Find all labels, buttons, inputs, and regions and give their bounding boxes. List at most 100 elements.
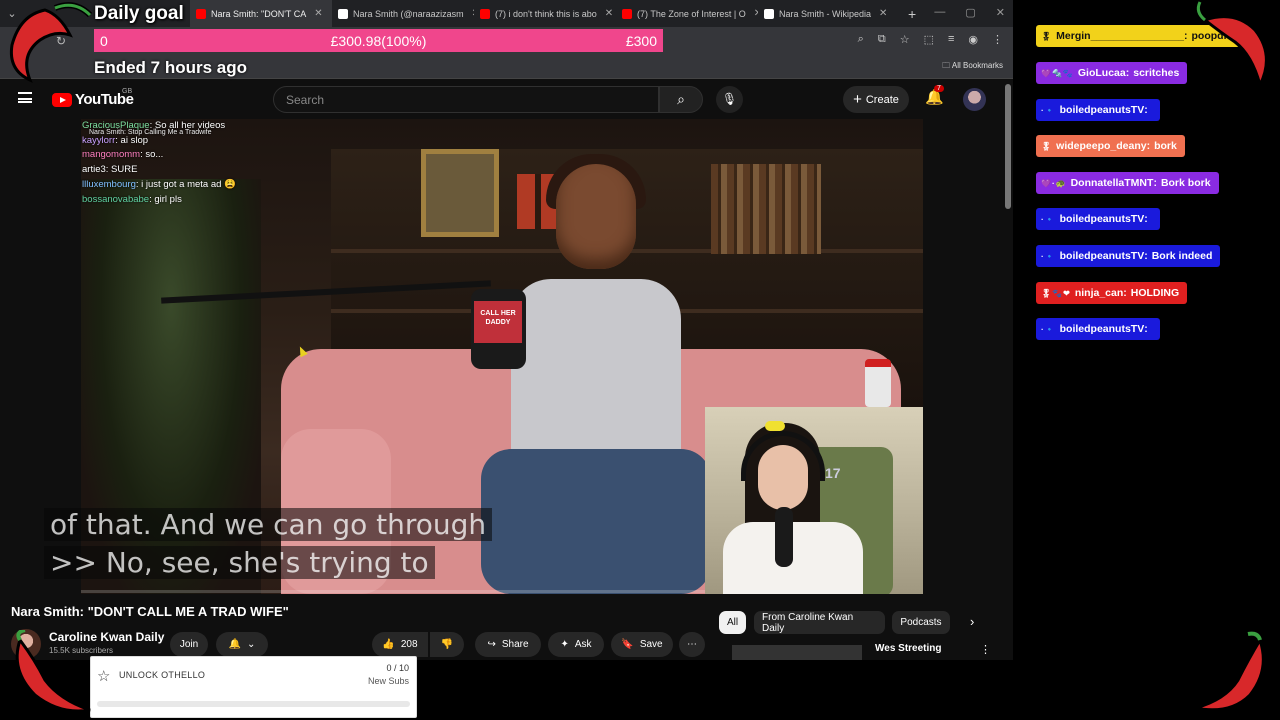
chat-text: girl pls bbox=[154, 193, 182, 205]
water-bottle bbox=[865, 359, 891, 407]
chat-message: 💜🔩🐾 GioLucaa: scritches bbox=[1036, 62, 1188, 84]
guest-figure bbox=[481, 149, 711, 594]
youtube-play-icon bbox=[52, 92, 72, 107]
chat-text: HOLDING bbox=[1130, 287, 1180, 299]
recommendation-thumbnail[interactable] bbox=[732, 645, 862, 660]
create-button[interactable]: + Create bbox=[843, 86, 909, 113]
tab-nara-smith-video[interactable]: Nara Smith: "DON'T CA ✕ bbox=[190, 0, 332, 27]
streamer-mic bbox=[775, 507, 793, 567]
chat-username: GioLucaa bbox=[1077, 67, 1126, 79]
recommendation-title[interactable]: Wes Streeting bbox=[875, 643, 942, 654]
chili-pepper-icon bbox=[15, 630, 91, 713]
ask-button[interactable]: ✦ Ask bbox=[548, 632, 604, 657]
chip-from-channel[interactable]: From Caroline Kwan Daily bbox=[754, 611, 885, 634]
chat-username: boiledpeanutsTV bbox=[1059, 213, 1145, 225]
chat-username: boiledpeanutsTV bbox=[1059, 104, 1145, 116]
chair-number: 17 bbox=[825, 465, 841, 481]
chevron-right-icon[interactable]: › bbox=[970, 614, 974, 629]
chat-separator: : bbox=[1146, 140, 1151, 152]
save-button[interactable]: 🔖 Save bbox=[611, 632, 673, 657]
more-actions-button[interactable]: ⋯ bbox=[679, 632, 705, 657]
unlock-unit: New Subs bbox=[367, 676, 409, 686]
overlay-chat-line: artie3: SURE bbox=[82, 164, 138, 176]
stream-layout: ⌄ Nara Smith: "DON'T CA ✕ Nara Smith (@n… bbox=[0, 0, 1280, 720]
chat-badges-icon: 💜·🐢 bbox=[1041, 178, 1067, 188]
dislike-button[interactable]: 👎 bbox=[430, 632, 464, 657]
minimize-icon[interactable]: — bbox=[934, 6, 945, 19]
chat-username: mangomomm bbox=[82, 149, 141, 161]
unlock-goal-widget: ☆ UNLOCK OTHELLO 0 / 10 New Subs bbox=[90, 656, 417, 718]
chat-username: boiledpeanutsTV bbox=[1059, 323, 1145, 335]
chat-text: SURE bbox=[111, 164, 138, 176]
tab-label: Nara Smith: "DON'T CA bbox=[211, 8, 307, 19]
browser-window: ⌄ Nara Smith: "DON'T CA ✕ Nara Smith (@n… bbox=[0, 0, 1013, 660]
chat-badges-icon: ·🔹 bbox=[1041, 105, 1056, 115]
ask-label: Ask bbox=[574, 639, 592, 650]
save-label: Save bbox=[639, 639, 663, 650]
wikipedia-favicon-icon bbox=[764, 8, 774, 19]
chat-username: llluxembourg bbox=[82, 178, 136, 190]
profile-icon[interactable]: ◉ bbox=[968, 33, 978, 46]
chat-separator: : bbox=[1144, 250, 1148, 262]
unlock-label: UNLOCK OTHELLO bbox=[119, 670, 206, 680]
close-tab-icon[interactable]: ✕ bbox=[879, 8, 887, 19]
join-label: Join bbox=[179, 639, 199, 650]
like-button[interactable]: 👍 208 bbox=[372, 632, 428, 657]
extensions-icon[interactable]: ⬚ bbox=[924, 33, 934, 46]
chat-username: widepeepo_deany bbox=[1056, 140, 1147, 152]
guest-head bbox=[556, 164, 636, 269]
overlay-chat-line: bossanovababe: girl pls bbox=[82, 193, 182, 205]
sparkle-icon: ✦ bbox=[560, 639, 569, 650]
account-avatar[interactable] bbox=[963, 88, 986, 111]
chip-podcasts[interactable]: Podcasts bbox=[892, 611, 950, 634]
chat-badges-icon: ·🔹 bbox=[1041, 214, 1056, 224]
all-bookmarks-button[interactable]: 🗀 All Bookmarks bbox=[942, 60, 1003, 74]
chat-text: Bork indeed bbox=[1151, 250, 1213, 262]
new-tab-button[interactable]: + bbox=[908, 6, 916, 22]
youtube-logo[interactable]: YouTube GB bbox=[52, 88, 134, 108]
chat-separator: : bbox=[1125, 67, 1130, 79]
chat-badges-icon: 🎖 bbox=[1041, 31, 1053, 41]
search-button[interactable]: ⌕ bbox=[659, 86, 703, 113]
chat-badges-icon: 🎖🐾❤ bbox=[1041, 288, 1071, 298]
hamburger-menu-icon[interactable] bbox=[18, 92, 32, 103]
menu-icon[interactable]: ⋮ bbox=[992, 33, 1003, 46]
chat-message: ·🔹 boiledpeanutsTV: bbox=[1036, 208, 1160, 230]
chat-username: DonnatellaTMNT bbox=[1070, 177, 1154, 189]
zoom-icon[interactable]: ⌕ bbox=[858, 33, 864, 46]
tab-wikipedia[interactable]: Nara Smith - Wikipedia ✕ bbox=[758, 0, 900, 27]
cast-icon[interactable]: ⧉ bbox=[878, 33, 886, 46]
youtube-favicon-icon bbox=[622, 8, 632, 19]
chip-all[interactable]: All bbox=[719, 611, 746, 634]
tab-reddit-video[interactable]: (7) i don't think this is abo ✕ bbox=[474, 0, 616, 27]
maximize-icon[interactable]: ▢ bbox=[965, 6, 975, 19]
notifications-button[interactable]: 🔔 7 bbox=[925, 85, 944, 106]
search-input[interactable]: Search bbox=[273, 86, 659, 113]
chat-separator: : bbox=[1123, 287, 1127, 299]
close-tab-icon[interactable]: ✕ bbox=[314, 8, 322, 19]
recommendation-more-icon[interactable]: ⋮ bbox=[980, 643, 991, 656]
chat-message: 🎖 widepeepo_deany: bork bbox=[1036, 135, 1185, 157]
close-tab-icon[interactable]: ✕ bbox=[605, 8, 613, 19]
subscribe-bell-button[interactable]: 🔔 ⌄ bbox=[216, 632, 268, 657]
voice-search-button[interactable]: 🎙 bbox=[716, 86, 743, 113]
overlay-chat-header: Nara Smith: Stop Calling Me a Tradwife bbox=[89, 129, 212, 136]
media-icon[interactable]: ≡ bbox=[948, 33, 954, 46]
overlay-chat-line: llluxembourg: i just got a meta ad 😩 bbox=[82, 178, 236, 190]
share-button[interactable]: ↪ Share bbox=[475, 632, 541, 657]
window-controls: — ▢ ✕ bbox=[934, 6, 1005, 19]
tab-nara-smith-tiktok[interactable]: Nara Smith (@naraazizasm ✕ bbox=[332, 0, 474, 27]
caption-line-2: >> No, see, she's trying to bbox=[44, 546, 435, 579]
page-scrollbar[interactable] bbox=[1005, 84, 1011, 209]
chat-text: so... bbox=[145, 149, 164, 161]
chevron-down-icon: ⌄ bbox=[247, 639, 256, 650]
tab-zone-of-interest[interactable]: (7) The Zone of Interest | O ✕ bbox=[616, 0, 758, 27]
create-label: Create bbox=[865, 93, 899, 106]
youtube-header: YouTube GB Search ⌕ 🎙 + Create 🔔 7 bbox=[0, 80, 1013, 118]
join-button[interactable]: Join bbox=[170, 632, 208, 657]
close-window-icon[interactable]: ✕ bbox=[996, 6, 1005, 19]
chat-badges-icon: 🎖 bbox=[1041, 141, 1053, 151]
like-count: 208 bbox=[400, 639, 418, 650]
chat-separator: : bbox=[1153, 177, 1157, 189]
bookmark-star-icon[interactable]: ☆ bbox=[900, 33, 910, 46]
